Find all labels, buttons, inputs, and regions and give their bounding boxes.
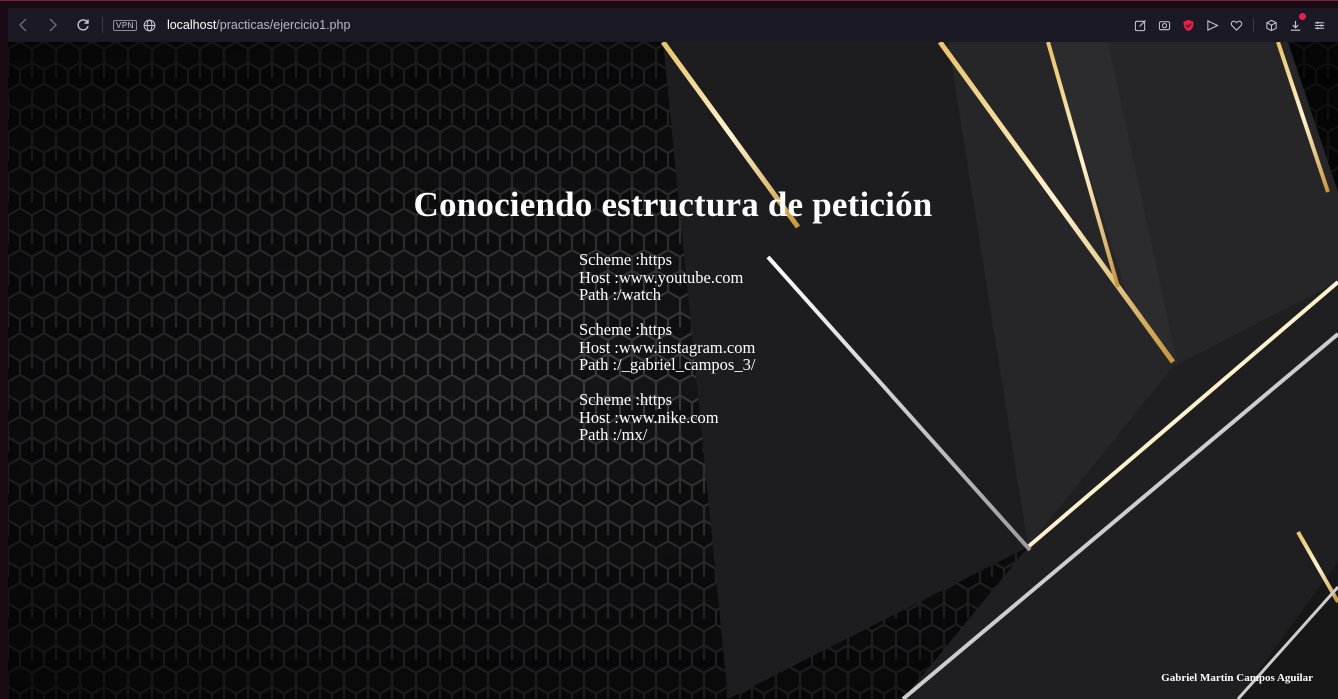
box-icon[interactable] <box>1264 18 1278 32</box>
toolbar-actions <box>1133 13 1326 32</box>
request-item: Scheme :https Host :www.youtube.com Path… <box>579 251 755 304</box>
request-item: Scheme :https Host :www.instagram.com Pa… <box>579 321 755 374</box>
request-path: Path :/_gabriel_campos_3/ <box>579 355 756 374</box>
request-scheme: Scheme :https <box>579 250 673 269</box>
address-bar[interactable]: localhost/practicas/ejercicio1.php <box>167 18 350 32</box>
globe-icon[interactable] <box>143 18 157 32</box>
browser-window: VPN localhost/practicas/ejercicio1.php C… <box>0 0 1338 699</box>
heart-icon[interactable] <box>1229 18 1243 32</box>
shield-icon[interactable] <box>1181 18 1195 32</box>
request-path: Path :/mx/ <box>579 425 648 444</box>
vpn-badge[interactable]: VPN <box>113 19 137 31</box>
request-scheme: Scheme :https <box>579 320 673 339</box>
request-path: Path :/watch <box>579 285 662 304</box>
notification-dot <box>1299 13 1306 20</box>
url-path: /practicas/ejercicio1.php <box>216 18 351 32</box>
url-host: localhost <box>166 18 217 32</box>
page-viewport: Conociendo estructura de petición Scheme… <box>8 42 1338 699</box>
reload-icon[interactable] <box>74 16 92 34</box>
menu-icon[interactable] <box>1312 18 1326 32</box>
window-border <box>0 0 1338 1</box>
toolbar-divider <box>102 17 103 33</box>
send-icon[interactable] <box>1205 18 1219 32</box>
request-item: Scheme :https Host :www.nike.com Path :/… <box>579 391 755 444</box>
request-list: Scheme :https Host :www.youtube.com Path… <box>579 251 755 461</box>
back-icon[interactable] <box>14 16 32 34</box>
forward-icon[interactable] <box>44 16 62 34</box>
browser-toolbar: VPN localhost/practicas/ejercicio1.php <box>8 8 1338 42</box>
edit-icon[interactable] <box>1133 18 1147 32</box>
author-footer: Gabriel Martin Campos Aguilar <box>1161 672 1313 684</box>
request-host: Host :www.nike.com <box>579 407 719 427</box>
download-icon[interactable] <box>1288 13 1306 32</box>
toolbar-divider <box>1253 18 1254 32</box>
page-title: Conociendo estructura de petición <box>413 185 933 224</box>
request-scheme: Scheme :https <box>579 390 673 409</box>
camera-icon[interactable] <box>1157 18 1171 32</box>
request-host: Host :www.instagram.com <box>579 337 756 357</box>
request-host: Host :www.youtube.com <box>579 267 744 287</box>
